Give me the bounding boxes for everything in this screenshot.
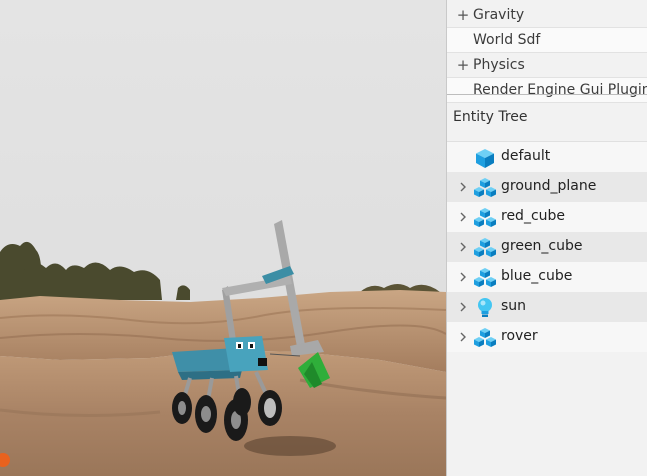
light-bulb-icon <box>478 298 492 317</box>
chevron-right-icon[interactable] <box>459 241 467 253</box>
model-link-icon <box>474 268 496 287</box>
model-link-icon <box>474 328 496 347</box>
tree-item-sun[interactable]: sun <box>447 292 647 322</box>
scene-3d-viewport[interactable] <box>0 0 446 476</box>
chevron-right-icon[interactable] <box>459 271 467 283</box>
chevron-right-icon[interactable] <box>459 181 467 193</box>
property-label: World Sdf <box>473 32 541 48</box>
world-properties-list: + Gravity World Sdf + Physics Render Eng… <box>447 3 647 103</box>
panel-divider[interactable] <box>447 94 647 95</box>
property-label: Physics <box>473 57 525 73</box>
property-label: Gravity <box>473 7 525 23</box>
expand-plus-icon[interactable]: + <box>456 53 470 77</box>
tree-item-green-cube[interactable]: green_cube <box>447 232 647 262</box>
entity-tree: default ground_plane red_cube green_cube… <box>447 142 647 352</box>
model-cube-icon <box>476 149 494 168</box>
model-link-icon <box>474 208 496 227</box>
tree-item-ground-plane[interactable]: ground_plane <box>447 172 647 202</box>
entity-tree-title: Entity Tree <box>453 109 528 125</box>
right-side-panel: + Gravity World Sdf + Physics Render Eng… <box>446 0 647 476</box>
property-row-physics[interactable]: + Physics <box>447 53 647 78</box>
property-row-gravity[interactable]: + Gravity <box>447 3 647 28</box>
tree-item-red-cube[interactable]: red_cube <box>447 202 647 232</box>
expand-plus-icon[interactable]: + <box>456 3 470 27</box>
tree-item-label: green_cube <box>501 238 583 254</box>
tree-item-label: red_cube <box>501 208 566 224</box>
tree-item-blue-cube[interactable]: blue_cube <box>447 262 647 292</box>
tree-item-label: rover <box>501 328 538 344</box>
model-link-icon <box>474 238 496 257</box>
property-label: Render Engine Gui Plugin <box>473 82 647 98</box>
chevron-right-icon[interactable] <box>459 301 467 313</box>
tree-item-label: default <box>501 148 551 164</box>
chevron-right-icon[interactable] <box>459 211 467 223</box>
chevron-right-icon[interactable] <box>459 331 467 343</box>
tree-item-default[interactable]: default <box>447 142 647 172</box>
model-link-icon <box>474 178 496 197</box>
property-row-world-sdf[interactable]: World Sdf <box>447 28 647 53</box>
tree-item-rover[interactable]: rover <box>447 322 647 352</box>
tree-item-label: blue_cube <box>501 268 573 284</box>
property-row-render-engine[interactable]: Render Engine Gui Plugin <box>447 78 647 103</box>
tree-item-label: sun <box>501 298 527 314</box>
tree-item-label: ground_plane <box>501 178 597 194</box>
